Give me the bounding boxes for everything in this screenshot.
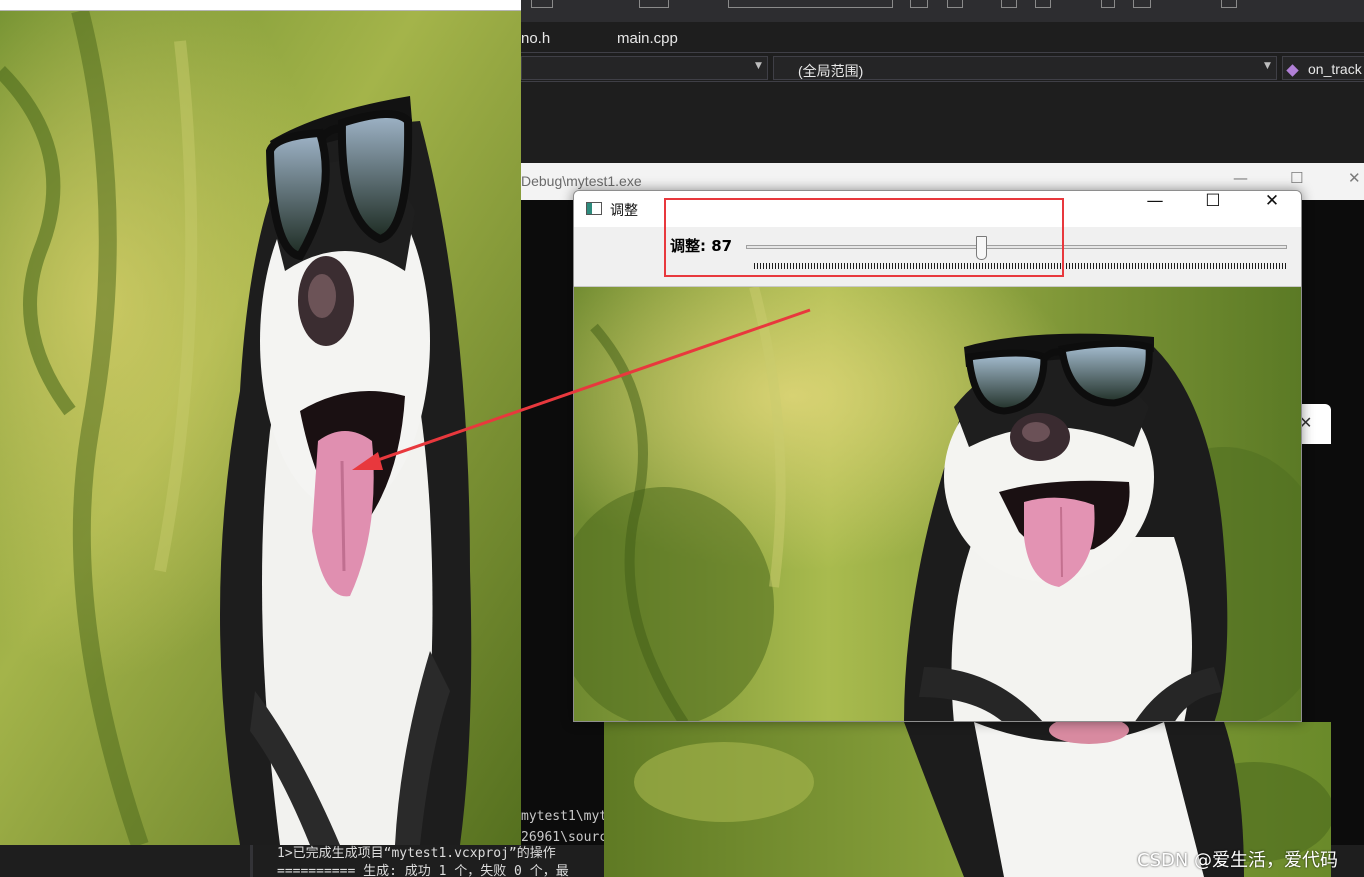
ide-toolbar: [521, 0, 1364, 22]
toolbar-icon[interactable]: [531, 0, 553, 8]
toolbar-icon[interactable]: [947, 0, 963, 8]
output-text: 1>已完成生成项目“mytest1.vcxproj”的操作 ==========…: [277, 845, 569, 877]
code-editor[interactable]: [521, 83, 1364, 163]
ide-navigation-bar: ▼ (全局范围) ▼ on_track: [521, 52, 1364, 82]
scope-dropdown[interactable]: (全局范围) ▼: [773, 56, 1277, 80]
adjusted-image-view: [574, 287, 1301, 721]
watermark: CSDN @爱生活，爱代码: [1137, 850, 1339, 871]
console-window-title: Debug\mytest1.exe: [521, 173, 642, 189]
dropdown-caret-icon: ▼: [755, 61, 762, 71]
stretched-image-view: [0, 11, 521, 845]
member-dropdown-value: on_track: [1308, 61, 1362, 77]
close-icon[interactable]: ✕: [1348, 169, 1361, 187]
annotation-highlight-box: [664, 198, 1064, 277]
maximize-icon[interactable]: ☐: [1290, 169, 1303, 187]
toolbar-icon[interactable]: [1035, 0, 1051, 8]
output-line: ========== 生成: 成功 1 个，失败 0 个，最: [277, 864, 569, 877]
console-line: mytest1\myt: [521, 809, 608, 824]
tab-no-h[interactable]: no.h: [521, 30, 550, 47]
output-line: 1>已完成生成项目“mytest1.vcxproj”的操作: [277, 846, 556, 861]
toolbar-icon[interactable]: [1221, 0, 1237, 8]
toolbar-icon[interactable]: [1133, 0, 1151, 8]
ide-file-tabs: no.h main.cpp: [521, 22, 1364, 52]
left-window-border: [0, 0, 521, 11]
dropdown-caret-icon: ▼: [1264, 61, 1271, 71]
toolbar-icon[interactable]: [910, 0, 928, 8]
tab-main-cpp[interactable]: main.cpp: [617, 30, 678, 47]
toolbar-icon[interactable]: [1101, 0, 1115, 8]
console-text: mytest1\myt 26961\sourc: [521, 806, 607, 848]
app-window-icon: [586, 202, 602, 215]
toolbar-icon[interactable]: [1001, 0, 1017, 8]
output-gutter: [250, 845, 253, 877]
maximize-button[interactable]: ☐: [1184, 191, 1242, 227]
member-dropdown[interactable]: on_track: [1282, 56, 1364, 80]
project-dropdown[interactable]: ▼: [521, 56, 768, 80]
minimize-button[interactable]: —: [1126, 191, 1184, 227]
toolbar-icon[interactable]: [639, 0, 669, 8]
scope-dropdown-value: (全局范围): [798, 63, 864, 79]
class-member-icon: [1286, 64, 1299, 77]
window-title: 调整: [610, 202, 638, 218]
toolbar-dropdown[interactable]: [728, 0, 893, 8]
close-button[interactable]: ✕: [1243, 191, 1301, 227]
minimize-icon[interactable]: —: [1233, 169, 1248, 187]
